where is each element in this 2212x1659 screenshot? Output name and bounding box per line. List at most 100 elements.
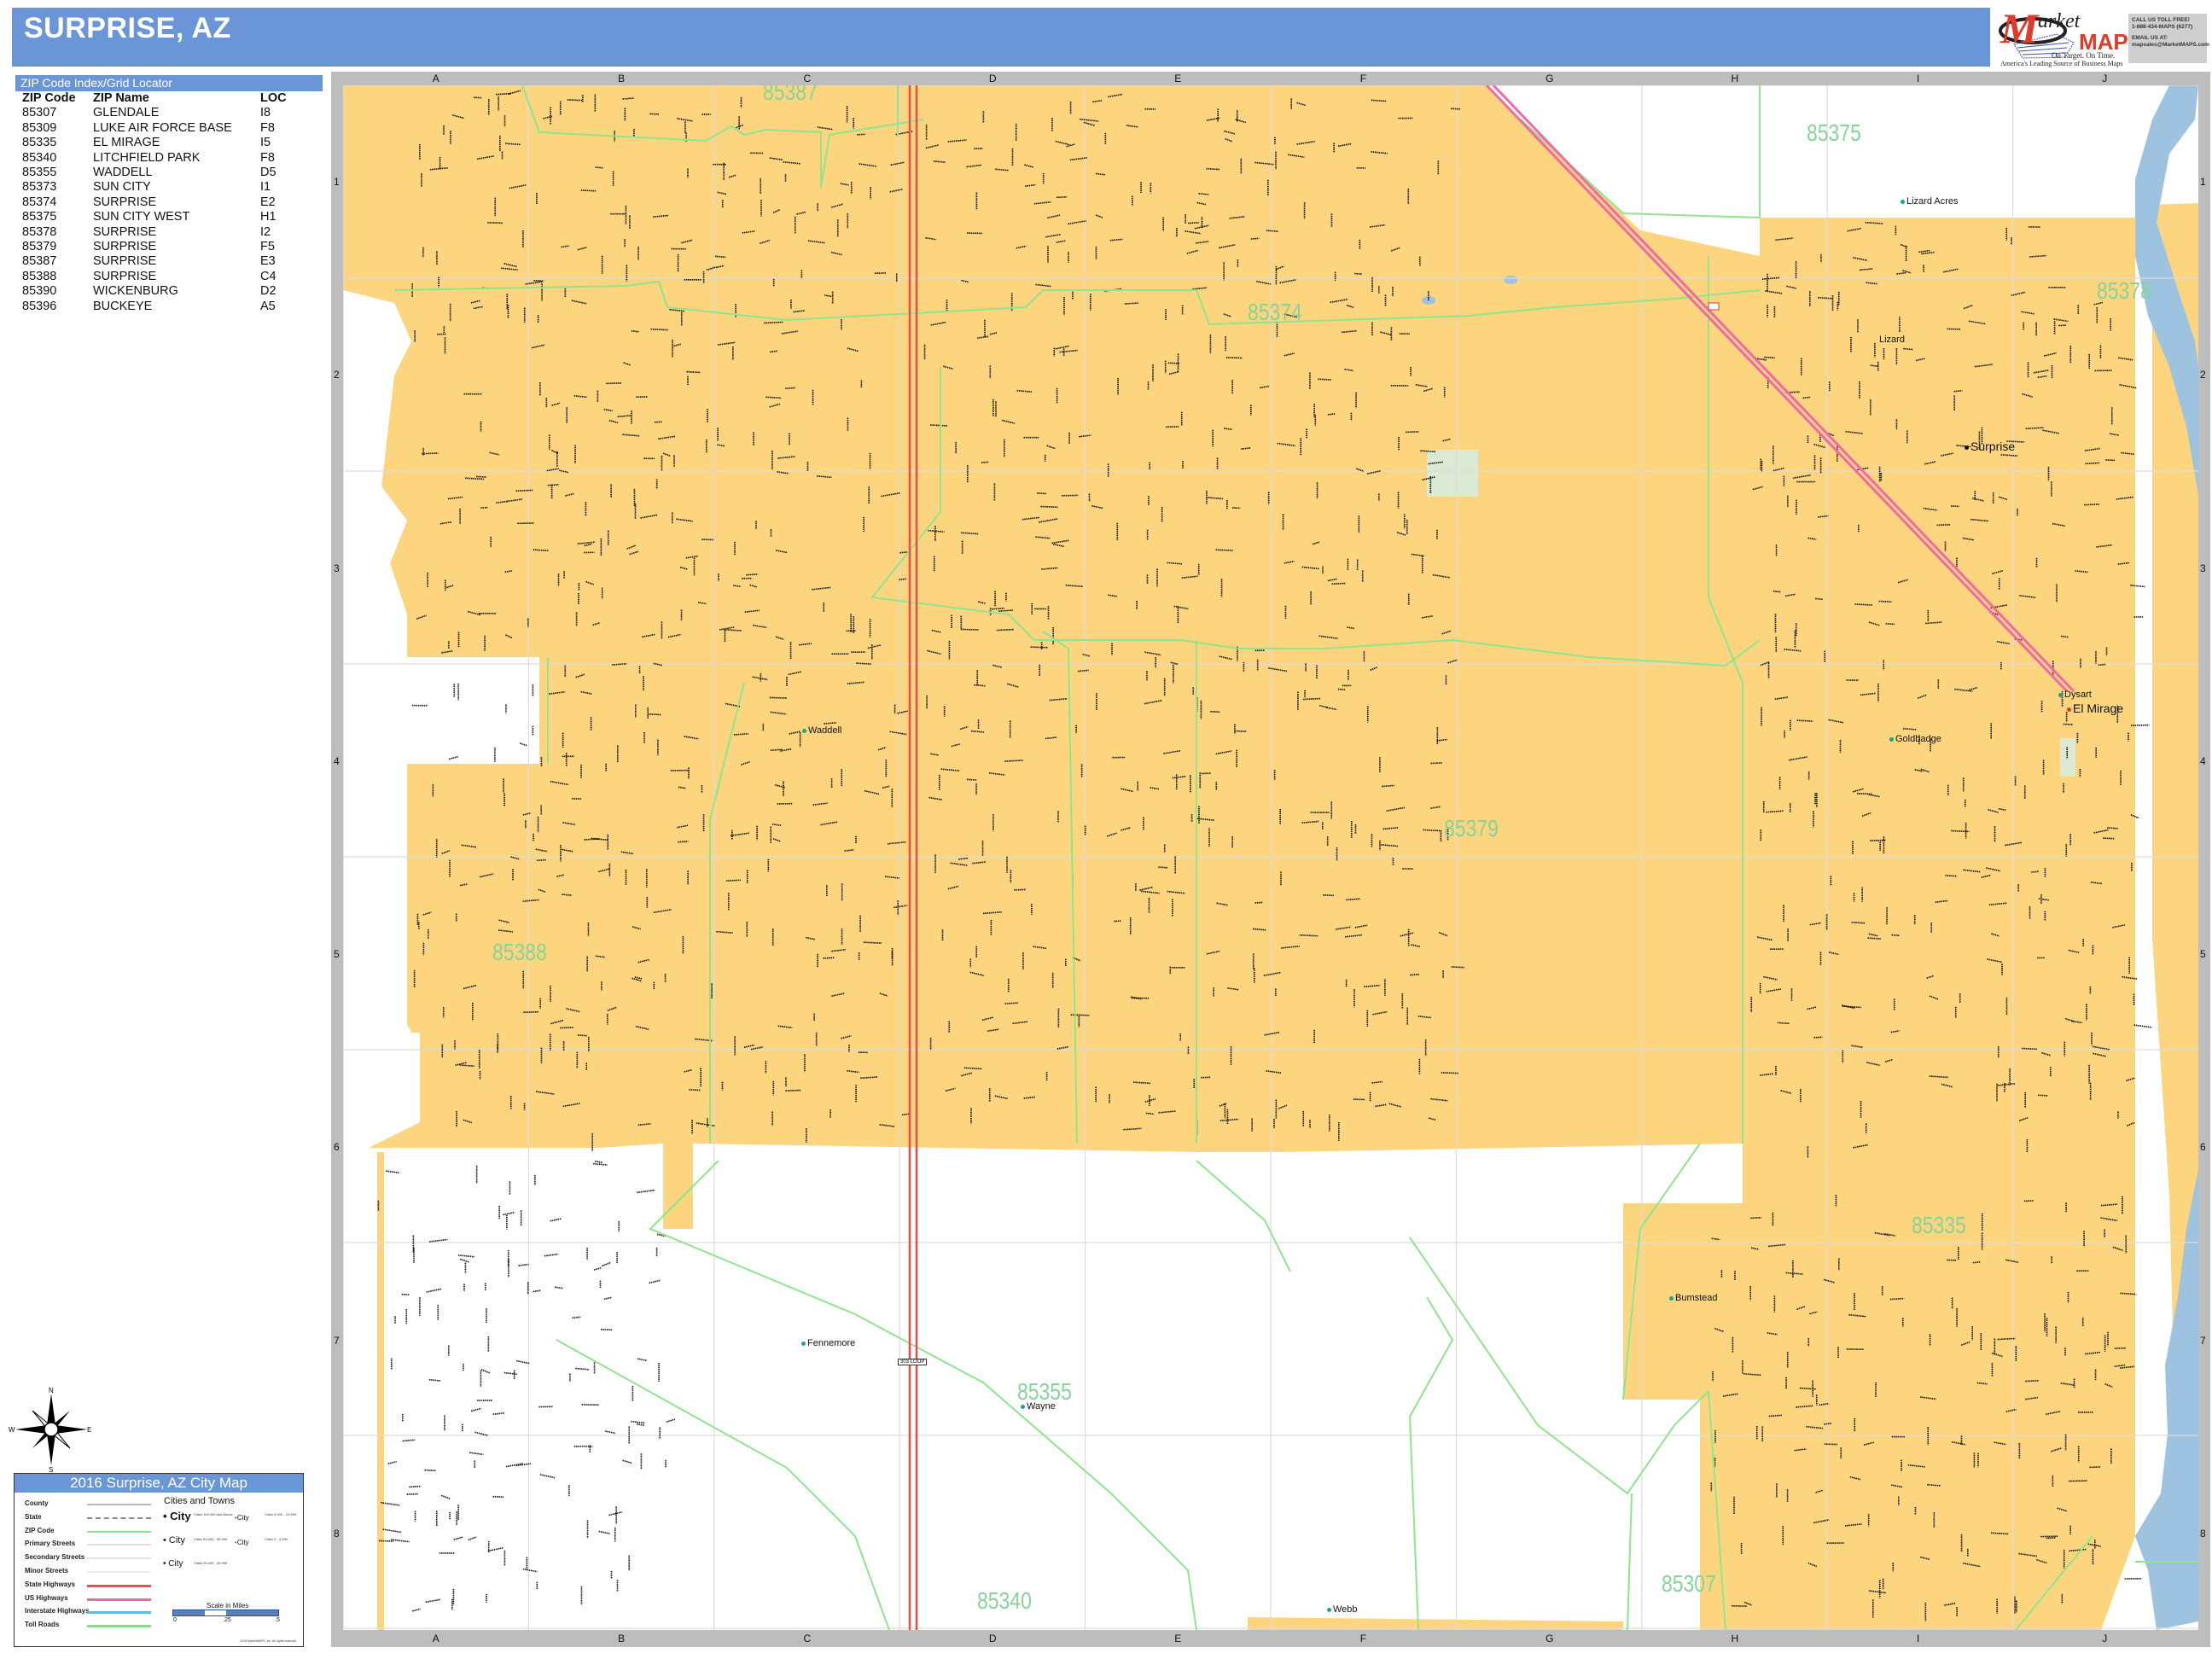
zip-index-zip: 85375 — [22, 210, 57, 224]
grid-column-label: D — [988, 73, 997, 84]
zip-index-name: SUN CITY — [93, 180, 151, 195]
grid-row-label: 4 — [2200, 754, 2206, 767]
place-waddell: Waddell — [802, 725, 841, 736]
grid-row-label: 2 — [334, 369, 340, 381]
zip-index-row: 85373 SUN CITY I1 — [15, 180, 323, 195]
legend-item-label: State Highways — [25, 1580, 76, 1588]
city-sample-25k: • City — [163, 1559, 183, 1569]
zip-index-loc: E3 — [260, 254, 276, 269]
zip-index-name: WADDELL — [93, 166, 153, 180]
grid-column-label: E — [1174, 1633, 1182, 1644]
zip-index-row: 85374 SURPRISE E2 — [15, 195, 323, 210]
col-loc: LOC — [260, 91, 287, 105]
grid-row-label: 3 — [334, 562, 340, 574]
grid-row-label: 8 — [2200, 1527, 2206, 1540]
grid-row-label: 8 — [334, 1527, 340, 1540]
zip-index-row: 85396 BUCKEYE A5 — [15, 300, 323, 314]
city-range-5k: Cities 5,000 - 24,999 — [265, 1512, 296, 1516]
zip-index-row: 85387 SURPRISE E3 — [15, 254, 323, 269]
zip-index-name: SURPRISE — [93, 224, 157, 239]
col-zip-name: ZIP Name — [93, 91, 149, 105]
grid-column-label: C — [803, 73, 812, 84]
zip-index-zip: 85379 — [22, 240, 57, 254]
logo-contact-box: CALL US TOLL FREE! 1-888-434-MAPS (6277)… — [2128, 14, 2209, 63]
grid-row-label: 1 — [2200, 176, 2206, 189]
street-label — [1891, 934, 1901, 937]
place-dot-icon — [1889, 736, 1894, 742]
legend-item-swatch — [87, 1530, 151, 1533]
zip-label-85387: 85387 — [763, 85, 818, 105]
zip-index-rows: 85307 GLENDALE I8 85309 LUKE AIR FORCE BASE F… — [15, 106, 323, 314]
grid-row-label: 1 — [334, 176, 340, 189]
zip-index-name: LITCHFIELD PARK — [93, 150, 201, 165]
zip-index-zip: 85378 — [22, 224, 57, 239]
place-surprise: Surprise — [1965, 439, 2015, 453]
place-bumstead: Bumstead — [1669, 1293, 1718, 1303]
zip-index-name: SURPRISE — [93, 269, 157, 283]
lake-2 — [1504, 276, 1517, 284]
zip-index-zip: 85355 — [22, 166, 57, 180]
place-wayne: Wayne — [1021, 1401, 1056, 1412]
place-dot-icon — [2058, 692, 2063, 697]
grid-column-label: F — [1359, 73, 1367, 84]
highway-shield-60 — [1708, 302, 1720, 311]
zip-index-row: 85309 LUKE AIR FORCE BASE F8 — [15, 121, 323, 136]
grid-column-label: J — [2102, 1633, 2108, 1644]
grid-row-label: 6 — [2200, 1141, 2206, 1154]
street-label — [996, 628, 1014, 632]
place-dot-icon — [1901, 199, 1905, 204]
grid-column-label: F — [1359, 1633, 1367, 1644]
map-title: SURPRISE, AZ — [24, 12, 231, 44]
street-label — [857, 133, 866, 136]
zip-index-zip: 85309 — [22, 120, 57, 135]
zip-index-zip: 85307 — [22, 106, 57, 120]
compass-s: S — [49, 1466, 53, 1472]
zip-index-row: 85335 EL MIRAGE I5 — [15, 136, 323, 150]
zip-index-loc: I2 — [260, 224, 271, 239]
contact-phone-label: CALL US TOLL FREE! — [2132, 17, 2190, 23]
legend-copyright: 2016 MarketMAPS, Inc. All rights reserve… — [240, 1639, 296, 1643]
place-dot-icon — [802, 728, 806, 733]
grid-column-label: D — [988, 1633, 997, 1644]
zip-index-name: SURPRISE — [93, 254, 157, 269]
compass-e: E — [87, 1426, 91, 1434]
city-sample-0: •City — [235, 1539, 249, 1546]
zip-index-name: WICKENBURG — [93, 284, 178, 299]
map-legend: 2016 Surprise, AZ City Map County State ZI… — [14, 1473, 304, 1647]
grid-column-label: E — [1174, 73, 1182, 84]
zip-index-name: SURPRISE — [93, 240, 157, 254]
zip-label-85378: 85378 — [2097, 277, 2151, 304]
scale-seg-3 — [225, 1610, 278, 1615]
zip-index-row: 85307 GLENDALE I8 — [15, 106, 323, 120]
legend-item-swatch — [87, 1571, 151, 1573]
grid-column-label: I — [1916, 73, 1920, 84]
grid-column-label: J — [2102, 73, 2108, 84]
area-white-block — [420, 657, 539, 764]
street-label — [422, 452, 439, 455]
city-sample-5k: •City — [235, 1514, 249, 1522]
zip-index-name: LUKE AIR FORCE BASE — [93, 120, 232, 135]
park-surprise — [1427, 450, 1478, 497]
legend-item-swatch — [87, 1584, 151, 1587]
scale-seg-1 — [173, 1610, 205, 1615]
grid-row-label: 7 — [334, 1334, 340, 1347]
grid-row-label: 3 — [2200, 562, 2206, 574]
legend-title: 2016 Surprise, AZ City Map — [15, 1474, 303, 1493]
map-canvas[interactable]: 85387 85375 85374 85378 85379 85388 8533… — [343, 85, 2198, 1630]
compass-n: N — [49, 1387, 54, 1394]
zip-index-row: 85390 WICKENBURG D2 — [15, 284, 323, 299]
zip-index-zip: 85373 — [22, 180, 57, 195]
place-dot-icon — [1965, 445, 1969, 450]
zip-index-loc: F5 — [260, 240, 275, 254]
zip-index-loc: A5 — [260, 299, 276, 313]
zip-index-name: SURPRISE — [93, 195, 157, 209]
logo-subtitle: America's Leading Source of Business Map… — [2000, 60, 2123, 67]
street-label — [1040, 505, 1058, 509]
zip-index-zip: 85387 — [22, 254, 57, 269]
legend-item-label: Toll Roads — [25, 1621, 60, 1629]
grid-row-label: 2 — [2200, 369, 2206, 381]
zip-index-row: 85378 SURPRISE I2 — [15, 225, 323, 240]
zip-index-loc: D2 — [260, 284, 276, 299]
compass-w: W — [9, 1426, 15, 1434]
logo-m: M — [2000, 4, 2039, 52]
